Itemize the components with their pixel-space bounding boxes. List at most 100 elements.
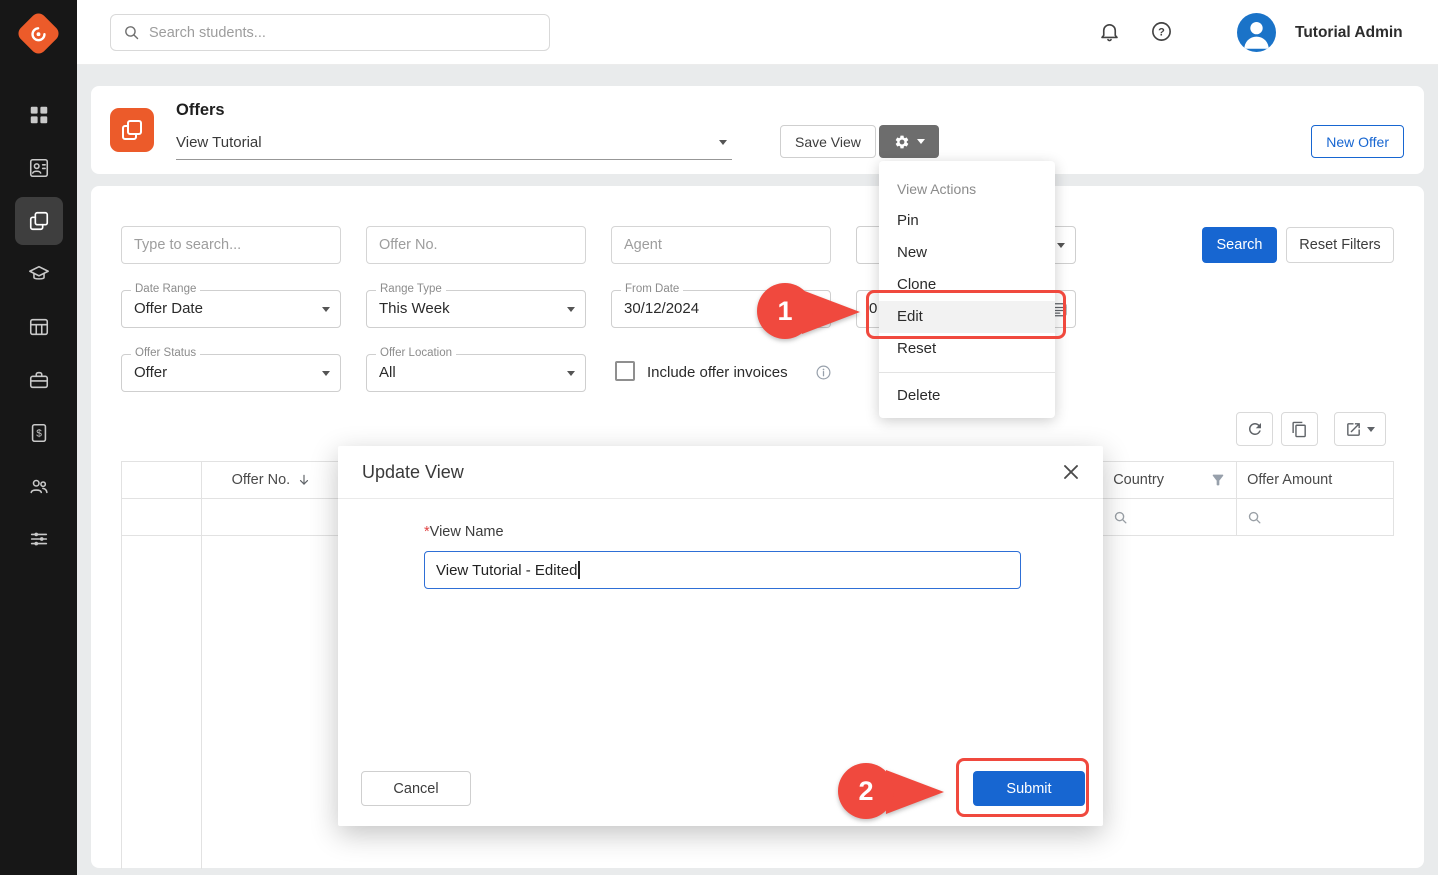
chevron-down-icon <box>567 307 575 312</box>
topbar: ? Tutorial Admin <box>77 0 1438 65</box>
sidebar-item-tables[interactable] <box>0 300 77 353</box>
svg-text:$: $ <box>36 428 42 439</box>
table-header-offer-amount[interactable]: Offer Amount <box>1237 462 1394 498</box>
view-name-input[interactable]: View Tutorial - Edited <box>424 551 1021 589</box>
chevron-down-icon[interactable] <box>719 140 727 145</box>
global-search-input[interactable] <box>149 25 537 41</box>
menu-item-clone[interactable]: Clone <box>879 269 1055 301</box>
agent-input[interactable] <box>611 226 831 264</box>
filter-cell-country[interactable] <box>1103 499 1237 535</box>
chevron-down-icon <box>322 371 330 376</box>
chevron-down-icon <box>917 139 925 144</box>
menu-divider <box>879 372 1055 373</box>
save-view-button[interactable]: Save View <box>780 125 876 158</box>
page-title: Offers <box>176 101 225 120</box>
table-header-offer-no[interactable]: Offer No. <box>202 462 342 498</box>
sidebar-nav: $ <box>0 88 77 565</box>
sidebar-item-settings[interactable] <box>0 512 77 565</box>
view-name-label: *View Name <box>424 524 504 540</box>
sidebar-item-courses[interactable] <box>0 247 77 300</box>
export-icon <box>1345 421 1362 438</box>
brand-logo-icon <box>15 10 62 57</box>
offer-location-select[interactable]: Offer Location All <box>366 354 586 392</box>
update-view-modal: Update View *View Name View Tutorial - E… <box>338 446 1103 826</box>
refresh-icon <box>1246 420 1264 438</box>
menu-item-reset[interactable]: Reset <box>879 333 1055 365</box>
modal-title: Update View <box>362 462 464 483</box>
keyword-search-input[interactable] <box>121 226 341 264</box>
sidebar-item-agents[interactable] <box>0 459 77 512</box>
table-header-select-col <box>122 462 202 498</box>
gear-icon <box>894 134 910 150</box>
table-column-divider <box>201 536 202 869</box>
courses-icon <box>28 263 50 285</box>
settings-icon <box>28 528 50 550</box>
chevron-down-icon <box>1057 243 1065 248</box>
info-icon[interactable] <box>815 364 832 386</box>
global-search[interactable] <box>110 14 550 51</box>
reset-filters-button[interactable]: Reset Filters <box>1286 227 1394 263</box>
from-date-input[interactable]: From Date 30/12/2024 <box>611 290 831 328</box>
menu-item-edit[interactable]: Edit <box>879 301 1055 333</box>
cancel-button[interactable]: Cancel <box>361 771 471 806</box>
view-name-value: View Tutorial - Edited <box>436 562 577 579</box>
modal-header: Update View <box>338 446 1103 499</box>
help-icon[interactable]: ? <box>1150 20 1173 48</box>
sidebar-item-offers[interactable] <box>0 194 77 247</box>
sidebar: $ <box>0 0 77 875</box>
filter-cell-offer-no[interactable] <box>202 499 342 535</box>
view-selector[interactable]: View Tutorial <box>176 128 732 156</box>
chevron-down-icon <box>322 307 330 312</box>
sidebar-item-contacts[interactable] <box>0 141 77 194</box>
range-type-select[interactable]: Range Type This Week <box>366 290 586 328</box>
close-icon[interactable] <box>1063 464 1079 480</box>
offer-no-input[interactable] <box>366 226 586 264</box>
view-selector-value: View Tutorial <box>176 134 262 151</box>
sidebar-item-dashboard[interactable] <box>0 88 77 141</box>
chevron-down-icon <box>567 371 575 376</box>
export-button[interactable] <box>1334 412 1386 446</box>
search-icon <box>1113 510 1128 525</box>
sidebar-item-invoices[interactable]: $ <box>0 406 77 459</box>
duplicate-button[interactable] <box>1281 412 1318 446</box>
notifications-bell-icon[interactable] <box>1098 20 1121 48</box>
menu-item-delete[interactable]: Delete <box>879 380 1055 412</box>
page-header-card: Offers View Tutorial Save View New Offer <box>91 86 1424 174</box>
invoices-icon: $ <box>28 422 50 444</box>
user-name: Tutorial Admin <box>1295 0 1403 65</box>
search-button[interactable]: Search <box>1202 227 1277 263</box>
view-actions-menu: View Actions Pin New Clone Edit Reset De… <box>879 161 1055 418</box>
user-avatar[interactable] <box>1237 13 1276 52</box>
menu-item-new[interactable]: New <box>879 237 1055 269</box>
svg-text:?: ? <box>1158 26 1165 38</box>
offer-status-select[interactable]: Offer Status Offer <box>121 354 341 392</box>
avatar-person-icon <box>1237 13 1276 52</box>
view-actions-button[interactable] <box>879 125 939 158</box>
search-icon <box>123 24 140 41</box>
copy-icon <box>1291 421 1308 438</box>
submit-button[interactable]: Submit <box>973 771 1085 806</box>
sidebar-item-services[interactable] <box>0 353 77 406</box>
search-icon <box>1247 510 1262 525</box>
agents-icon <box>28 475 50 497</box>
app-logo[interactable] <box>0 0 77 66</box>
new-offer-button[interactable]: New Offer <box>1311 125 1404 158</box>
filter-cell-offer-amount[interactable] <box>1237 499 1394 535</box>
dashboard-icon <box>28 104 50 126</box>
offers-module-icon <box>110 108 154 152</box>
chevron-down-icon <box>1367 427 1375 432</box>
text-cursor <box>578 561 580 579</box>
include-offer-invoices-checkbox[interactable] <box>615 361 635 381</box>
refresh-button[interactable] <box>1236 412 1273 446</box>
menu-item-pin[interactable]: Pin <box>879 205 1055 237</box>
contacts-icon <box>28 157 50 179</box>
include-offer-invoices-label: Include offer invoices <box>647 364 788 381</box>
sort-desc-icon[interactable] <box>297 473 311 487</box>
date-range-select[interactable]: Date Range Offer Date <box>121 290 341 328</box>
filter-funnel-icon[interactable] <box>1210 472 1226 488</box>
offers-icon <box>28 210 50 232</box>
tables-icon <box>28 316 50 338</box>
table-header-country[interactable]: Country <box>1103 462 1237 498</box>
view-selector-underline <box>176 159 732 160</box>
menu-header: View Actions <box>879 167 1055 205</box>
